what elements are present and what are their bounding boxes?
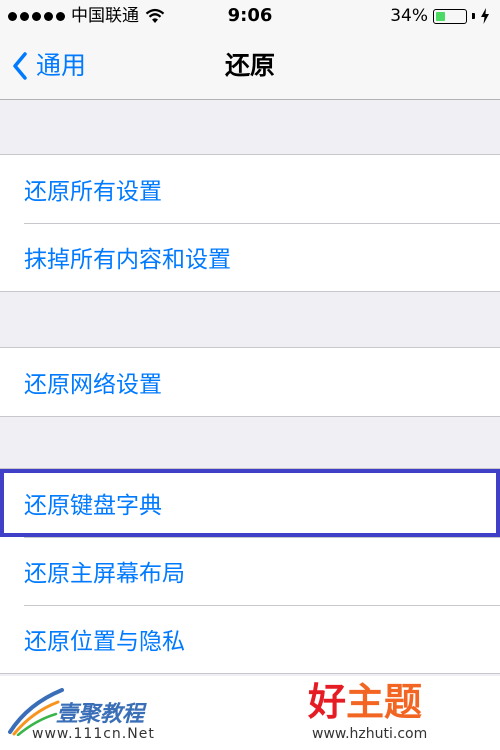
watermark-title-part-2: 主题	[346, 680, 423, 724]
reset-group-1: 还原所有设置 抹掉所有内容和设置	[0, 154, 500, 292]
watermark-right-title: 好主题	[308, 680, 422, 724]
reset-network-settings-cell[interactable]: 还原网络设置	[0, 348, 500, 416]
reset-home-screen-layout-cell[interactable]: 还原主屏幕布局	[0, 537, 500, 605]
reset-location-privacy-cell[interactable]: 还原位置与隐私	[0, 605, 500, 673]
watermark-left: 壹聚教程 www.111cn.Net	[4, 682, 164, 746]
reset-group-3: 还原键盘字典 还原主屏幕布局 还原位置与隐私	[0, 468, 500, 674]
watermark-right-url: www.hzhuti.com	[312, 726, 428, 742]
battery-fill	[436, 11, 445, 21]
battery-percent: 34%	[390, 6, 428, 26]
status-right: 34%	[390, 6, 490, 26]
erase-all-content-cell[interactable]: 抹掉所有内容和设置	[0, 223, 500, 291]
charging-bolt-icon	[481, 8, 489, 24]
watermark-title-part-1: 好	[308, 680, 347, 724]
watermark-left-url: www.111cn.Net	[32, 726, 155, 742]
watermark-left-brand: 壹聚教程	[56, 702, 145, 727]
reset-keyboard-dictionary-cell[interactable]: 还原键盘字典	[0, 469, 500, 537]
navigation-bar: 通用 还原	[0, 34, 500, 100]
watermark-right: 好主题 www.hzhuti.com	[302, 680, 482, 746]
page-title: 还原	[224, 51, 275, 80]
reset-all-settings-cell[interactable]: 还原所有设置	[0, 155, 500, 223]
reset-group-2: 还原网络设置	[0, 347, 500, 417]
battery-icon	[433, 8, 467, 24]
watermark-strip: 壹聚教程 www.111cn.Net 好主题 www.hzhuti.com	[0, 676, 500, 750]
status-bar: 中国联通 9:06 34%	[0, 0, 500, 34]
battery-cap	[472, 13, 475, 19]
